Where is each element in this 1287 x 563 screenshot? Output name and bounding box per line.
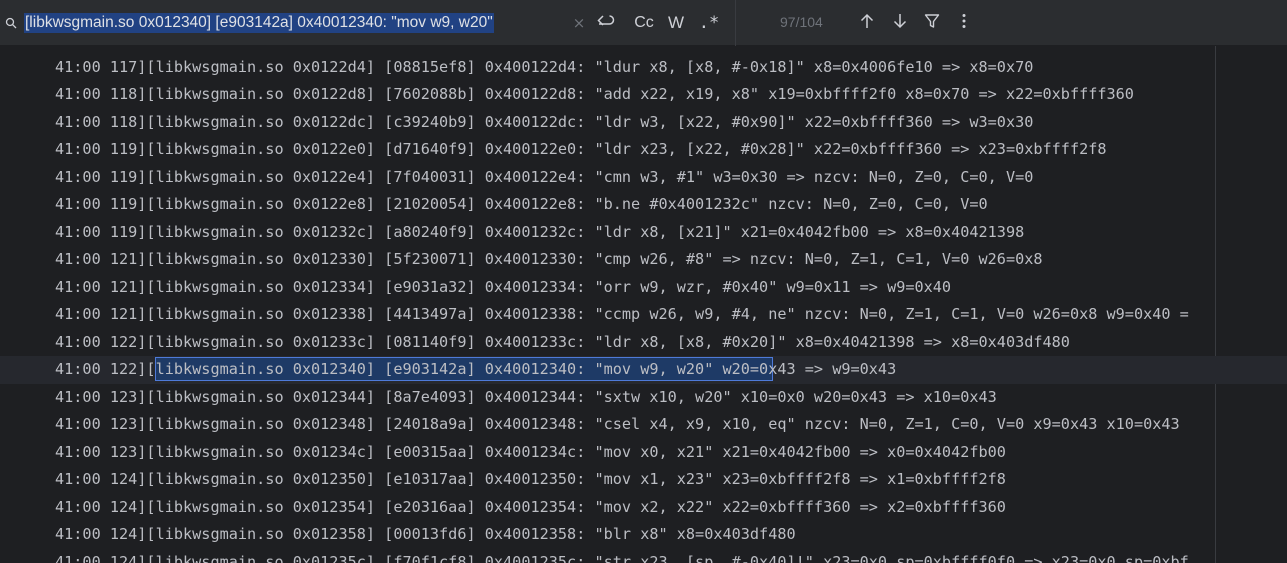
more-options-button[interactable] xyxy=(953,12,975,34)
previous-match-button[interactable] xyxy=(856,12,878,34)
log-line-text: 41:00 124][libkwsgmain.so 0x012350] [e10… xyxy=(55,470,1006,488)
match-count: 97/104 xyxy=(780,14,823,30)
log-line[interactable]: 41:00 122][libkwsgmain.so 0x01233c] [081… xyxy=(0,329,1287,357)
log-line-text: 41:00 123][libkwsgmain.so 0x012348] [240… xyxy=(55,415,1180,433)
log-line-text: 41:00 124][libkwsgmain.so 0x012358] [000… xyxy=(55,525,796,543)
log-line-text: 41:00 118][libkwsgmain.so 0x0122d8] [760… xyxy=(55,85,1134,103)
search-input[interactable]: [libkwsgmain.so 0x012340] [e903142a] 0x4… xyxy=(24,12,494,34)
log-line-text: 41:00 124][libkwsgmain.so 0x012354] [e20… xyxy=(55,497,1006,516)
new-line-button[interactable] xyxy=(594,11,620,35)
log-line-text: 41:00 123][libkwsgmain.so 0x012344] [8a7… xyxy=(55,387,997,406)
log-line-text: 41:00 122][libkwsgmain.so 0x01233c] [081… xyxy=(55,332,1070,351)
log-line[interactable]: 41:00 124][libkwsgmain.so 0x012350] [e10… xyxy=(0,466,1287,494)
newline-icon xyxy=(597,13,617,34)
log-line[interactable]: 41:00 119][libkwsgmain.so 0x0122e8] [210… xyxy=(0,191,1287,219)
log-line-text: 41:00 123][libkwsgmain.so 0x01234c] [e00… xyxy=(55,442,1006,461)
log-line[interactable]: 41:00 121][libkwsgmain.so 0x012330] [5f2… xyxy=(0,246,1287,274)
log-line-text: 41:00 119][libkwsgmain.so 0x01232c] [a80… xyxy=(55,222,1025,241)
log-line-text: 41:00 121][libkwsgmain.so 0x012334] [e90… xyxy=(55,277,952,296)
log-editor[interactable]: 41:00 117][libkwsgmain.so 0x0122d4] [088… xyxy=(0,46,1287,563)
log-line[interactable]: 41:00 123][libkwsgmain.so 0x012344] [8a7… xyxy=(0,384,1287,412)
log-line[interactable]: 41:00 121][libkwsgmain.so 0x012338] [441… xyxy=(0,301,1287,329)
log-line-current[interactable]: 41:00 122][libkwsgmain.so 0x012340] [e90… xyxy=(0,356,1287,384)
filter-button[interactable] xyxy=(921,12,943,34)
clear-search-button[interactable]: × xyxy=(571,14,587,32)
whole-words-button[interactable]: W xyxy=(664,11,688,35)
log-line-text: 41:00 117][libkwsgmain.so 0x0122d4] [088… xyxy=(55,57,1034,76)
toolbar-divider xyxy=(735,0,736,46)
log-line[interactable]: 41:00 124][libkwsgmain.so 0x012358] [000… xyxy=(0,521,1287,549)
log-line-text: 41:00 121][libkwsgmain.so 0x012330] [5f2… xyxy=(55,250,1043,268)
match-case-button[interactable]: Cc xyxy=(630,11,658,35)
arrow-down-icon xyxy=(893,13,907,33)
log-line[interactable]: 41:00 119][libkwsgmain.so 0x0122e0] [d71… xyxy=(0,136,1287,164)
log-viewer-window: [libkwsgmain.so 0x012340] [e903142a] 0x4… xyxy=(0,0,1287,563)
log-line[interactable]: 41:00 118][libkwsgmain.so 0x0122d8] [760… xyxy=(0,81,1287,109)
log-line-text: 41:00 124][libkwsgmain.so 0x01235c] [f70… xyxy=(55,552,1189,563)
log-line[interactable]: 41:00 117][libkwsgmain.so 0x0122d4] [088… xyxy=(0,54,1287,82)
filter-icon xyxy=(924,13,940,33)
log-line[interactable]: 41:00 121][libkwsgmain.so 0x012334] [e90… xyxy=(0,274,1287,302)
log-line[interactable]: 41:00 118][libkwsgmain.so 0x0122dc] [c39… xyxy=(0,109,1287,137)
regex-button[interactable]: .* xyxy=(697,11,721,35)
search-query-text[interactable]: [libkwsgmain.so 0x012340] [e903142a] 0x4… xyxy=(24,13,494,33)
find-bar: [libkwsgmain.so 0x012340] [e903142a] 0x4… xyxy=(0,0,1287,46)
log-line[interactable]: 41:00 124][libkwsgmain.so 0x01235c] [f70… xyxy=(0,549,1287,563)
log-line[interactable]: 41:00 123][libkwsgmain.so 0x012348] [240… xyxy=(0,411,1287,439)
more-vertical-icon xyxy=(961,13,967,33)
log-line[interactable]: 41:00 123][libkwsgmain.so 0x01234c] [e00… xyxy=(0,439,1287,467)
log-line-text: 41:00 119][libkwsgmain.so 0x0122e0] [d71… xyxy=(55,140,1107,158)
log-line[interactable]: 41:00 119][libkwsgmain.so 0x0122e4] [7f0… xyxy=(0,164,1287,192)
log-line-text: 41:00 119][libkwsgmain.so 0x0122e4] [7f0… xyxy=(55,167,1034,186)
log-line-text: 41:00 121][libkwsgmain.so 0x012338] [441… xyxy=(55,305,1189,323)
log-line-text: 41:00 122][libkwsgmain.so 0x012340] [e90… xyxy=(55,360,897,378)
log-line[interactable]: 41:00 124][libkwsgmain.so 0x012354] [e20… xyxy=(0,494,1287,522)
log-line-text: 41:00 119][libkwsgmain.so 0x0122e8] [210… xyxy=(55,195,988,213)
search-icon[interactable] xyxy=(3,15,19,31)
log-line-text: 41:00 118][libkwsgmain.so 0x0122dc] [c39… xyxy=(55,112,1034,131)
next-match-button[interactable] xyxy=(889,12,911,34)
log-line[interactable]: 41:00 119][libkwsgmain.so 0x01232c] [a80… xyxy=(0,219,1287,247)
arrow-up-icon xyxy=(860,13,874,33)
